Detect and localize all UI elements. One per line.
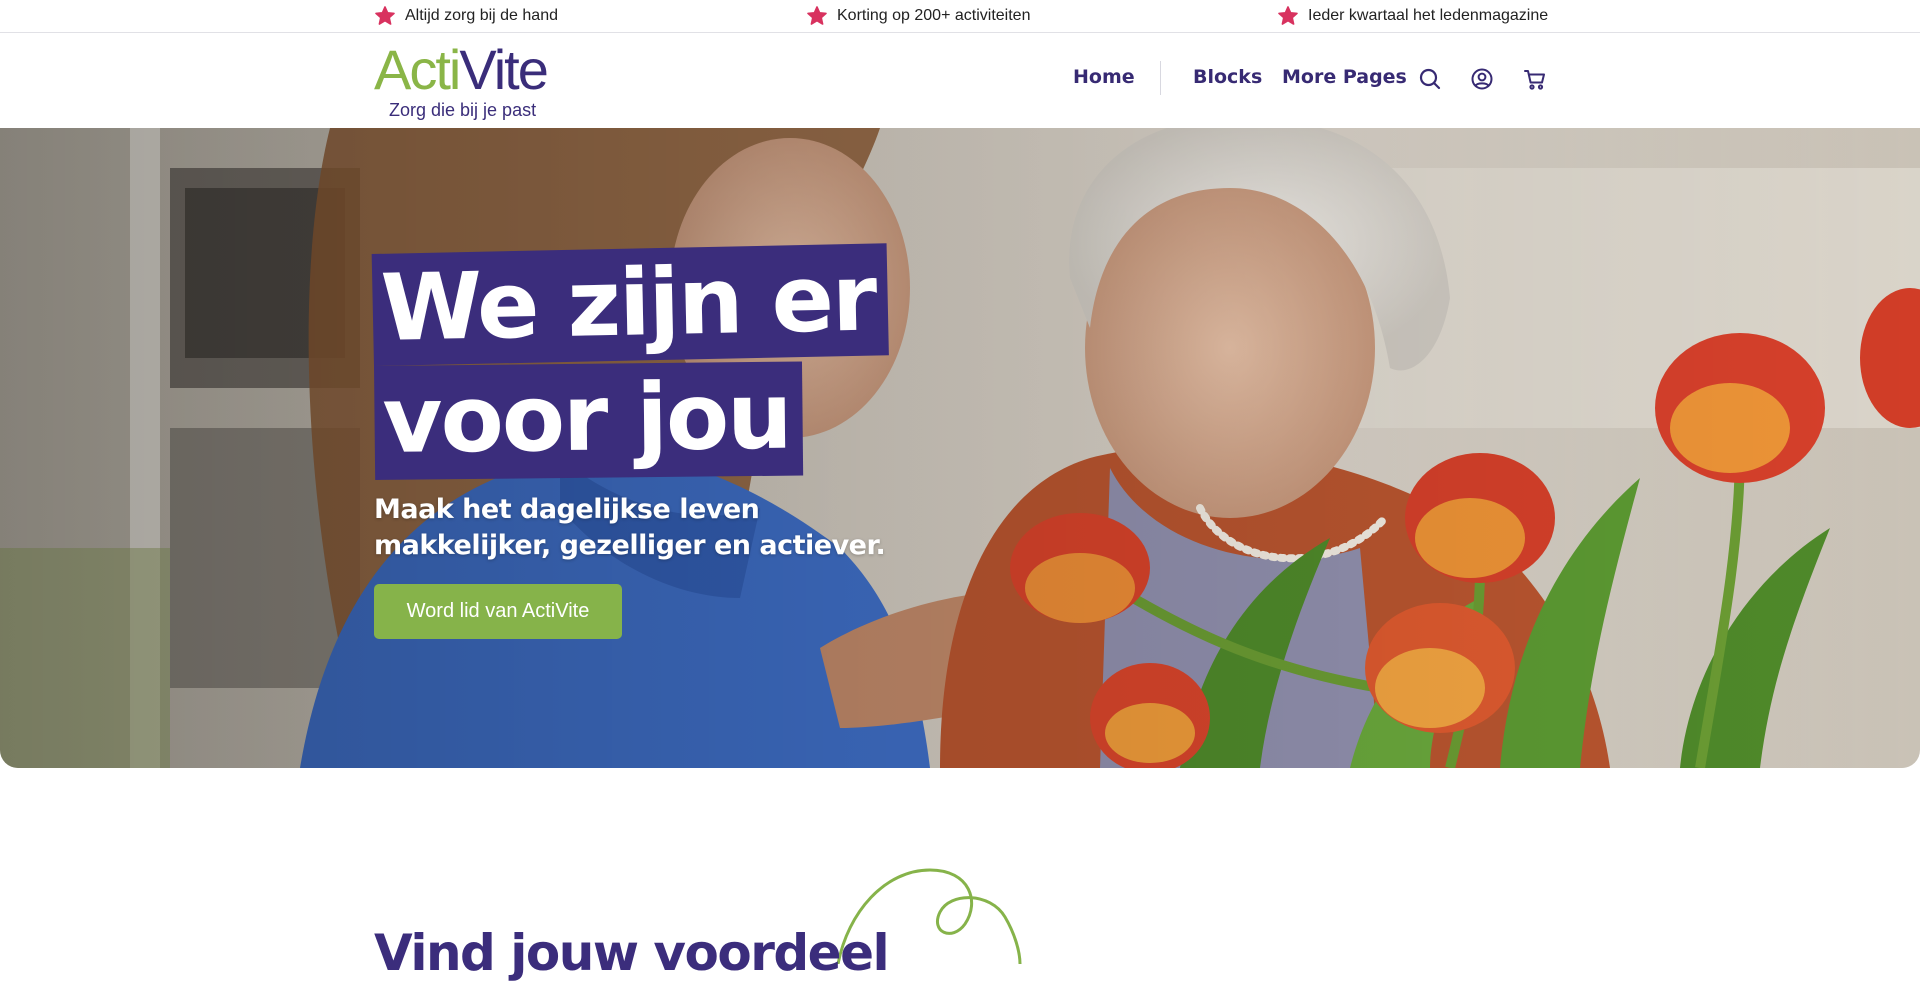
section-title: Vind jouw voordeel: [374, 924, 890, 982]
flower-icon: [807, 6, 827, 25]
flower-icon: [375, 6, 395, 25]
search-icon[interactable]: [1417, 66, 1443, 92]
nav-more-pages[interactable]: More Pages: [1282, 66, 1407, 88]
cart-icon[interactable]: [1522, 66, 1548, 92]
logo-link[interactable]: ActiVite Zorg die bij je past: [374, 42, 574, 121]
hero-subtitle: Maak het dagelijkse leven makkelijker, g…: [374, 494, 886, 561]
hero-title-line-1: We zijn er: [371, 243, 889, 366]
logo-wordmark: ActiVite: [374, 42, 549, 98]
hero-title-line-2: voor jou: [374, 361, 804, 480]
logo-part-vite: Vite: [459, 38, 548, 101]
usp-item: Ieder kwartaal het ledenmagazine: [1277, 0, 1548, 32]
nav-blocks[interactable]: Blocks: [1193, 66, 1262, 88]
account-icon[interactable]: [1469, 66, 1495, 92]
usp-label: Ieder kwartaal het ledenmagazine: [1308, 7, 1549, 24]
usp-item: Altijd zorg bij de hand: [374, 0, 558, 32]
hero-photo: [0, 128, 1920, 768]
nav-divider: [1160, 61, 1161, 95]
usp-label: Korting op 200+ activiteiten: [837, 7, 1031, 24]
nav-home[interactable]: Home: [1073, 66, 1135, 88]
flower-icon: [1278, 6, 1298, 25]
site-header: ActiVite Zorg die bij je past Home Block…: [0, 33, 1920, 128]
logo-part-acti: Acti: [374, 38, 461, 101]
hero-banner: We zijn er voor jou Maak het dagelijkse …: [0, 128, 1920, 768]
usp-item: Korting op 200+ activiteiten: [806, 0, 1030, 32]
become-member-button[interactable]: Word lid van ActiVite: [374, 584, 622, 639]
usp-bar: Altijd zorg bij de hand Korting op 200+ …: [0, 0, 1920, 33]
usp-label: Altijd zorg bij de hand: [405, 7, 558, 24]
logo-tagline: Zorg die bij je past: [389, 100, 537, 120]
